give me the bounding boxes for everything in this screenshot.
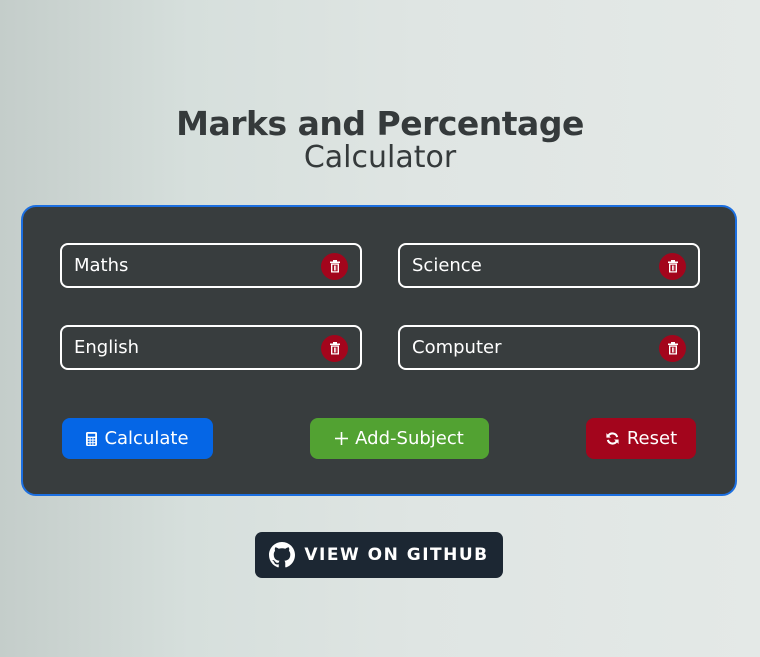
subject-input[interactable] [74,255,304,276]
subject-field-4 [398,325,700,370]
page-title: Marks and Percentage [176,104,584,143]
reset-label: Reset [626,428,678,449]
github-label: VIEW ON GITHUB [304,545,489,565]
page-subtitle: Calculator [303,140,457,175]
delete-subject-button[interactable] [659,253,686,280]
subject-field-2 [398,243,700,288]
calculate-button[interactable]: Calculate [62,418,213,459]
subject-input[interactable] [412,255,642,276]
subject-field-1 [60,243,362,288]
trash-icon [667,342,678,355]
trash-icon [329,342,340,355]
github-icon [269,542,296,568]
trash-icon [329,260,340,273]
subject-field-3 [60,325,362,370]
view-on-github-button[interactable]: VIEW ON GITHUB [255,532,503,578]
subject-input[interactable] [412,337,642,358]
subject-input[interactable] [74,337,304,358]
delete-subject-button[interactable] [659,335,686,362]
page-header: Marks and Percentage Calculator [0,104,760,176]
delete-subject-button[interactable] [321,335,348,362]
reset-button[interactable]: Reset [586,418,696,459]
calculate-label: Calculate [104,428,189,449]
calculator-card: Calculate Add-Subject Reset [21,205,737,496]
plus-icon [335,432,349,445]
trash-icon [667,260,678,273]
refresh-icon [606,432,619,445]
calculator-icon [86,431,98,446]
add-subject-label: Add-Subject [355,428,464,449]
delete-subject-button[interactable] [321,253,348,280]
add-subject-button[interactable]: Add-Subject [310,418,489,459]
